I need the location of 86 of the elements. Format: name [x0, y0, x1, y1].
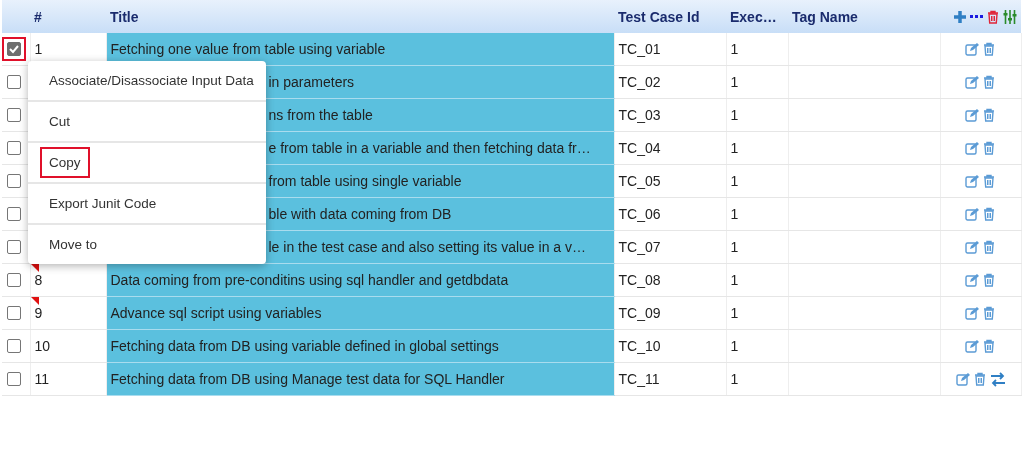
edit-icon[interactable]	[965, 306, 979, 320]
checkbox[interactable]	[7, 339, 21, 353]
exec-count: 1	[730, 173, 739, 189]
checkbox[interactable]	[7, 240, 21, 254]
edit-icon[interactable]	[965, 42, 979, 56]
column-header[interactable]: Test Case Id	[614, 0, 726, 33]
checkbox[interactable]	[7, 174, 21, 188]
delete-icon[interactable]	[972, 372, 987, 386]
test-title: Advance sql script using variables	[110, 305, 322, 321]
checkbox[interactable]	[7, 42, 21, 56]
delete-icon[interactable]	[982, 75, 996, 89]
test-title: from table using single variable	[268, 173, 462, 189]
edit-icon[interactable]	[965, 240, 979, 254]
test-case-id: TC_02	[618, 74, 661, 90]
test-title: Fetching data from DB using variable defined in global settings	[110, 338, 499, 354]
row-number: 10	[34, 338, 51, 354]
test-title: ble with data coming from DB	[268, 206, 452, 222]
edit-icon[interactable]	[955, 372, 970, 386]
delete-icon[interactable]	[982, 42, 996, 56]
row-number: 1	[34, 41, 43, 57]
checkbox[interactable]	[7, 306, 21, 320]
edit-icon[interactable]	[965, 174, 979, 188]
edit-icon[interactable]	[965, 141, 979, 155]
sliders-icon[interactable]	[1003, 9, 1017, 24]
checkbox[interactable]	[7, 75, 21, 89]
checkbox[interactable]	[7, 207, 21, 221]
menu-item[interactable]: Cut	[40, 106, 79, 137]
edit-icon[interactable]	[965, 273, 979, 287]
test-title: Data coming from pre-conditins using sql handler and getdbdata	[110, 272, 509, 288]
exec-count: 1	[730, 74, 739, 90]
test-case-id: TC_10	[618, 338, 661, 354]
menu-item[interactable]: Associate/Disassociate Input Data	[40, 65, 263, 96]
menu-item[interactable]: Copy	[40, 147, 90, 178]
edit-icon[interactable]	[965, 207, 979, 221]
exec-count: 1	[730, 371, 739, 387]
delete-icon[interactable]	[982, 141, 996, 155]
test-case-id: TC_05	[618, 173, 661, 189]
delete-icon[interactable]	[982, 207, 996, 221]
row-number: 9	[34, 305, 43, 321]
delete-icon[interactable]	[982, 108, 996, 122]
test-title: Fetching data from DB using Manage test data for SQL Handler	[110, 371, 505, 387]
test-title: le in the test case and also setting its value in a v…	[268, 239, 586, 255]
edit-icon[interactable]	[965, 75, 979, 89]
test-case-id: TC_01	[618, 41, 661, 57]
delete-icon[interactable]	[982, 174, 996, 188]
row-number: 11	[34, 371, 50, 387]
test-title: Fetching one value from table using variable	[110, 41, 386, 57]
swap-arrows-icon[interactable]	[989, 371, 1006, 387]
delete-icon[interactable]	[982, 273, 996, 287]
exec-count: 1	[730, 239, 739, 255]
test-title: ns from the table	[268, 107, 373, 123]
edit-icon[interactable]	[965, 339, 979, 353]
checkbox[interactable]	[7, 273, 21, 287]
check-icon	[8, 43, 20, 55]
menu-item[interactable]: Move to	[40, 229, 107, 260]
menu-item[interactable]: Export Junit Code	[40, 188, 166, 219]
column-header[interactable]: Exec…	[726, 0, 788, 33]
delete-icon[interactable]	[982, 240, 996, 254]
column-header[interactable]: Title	[106, 0, 614, 33]
row-number: 8	[34, 272, 43, 288]
exec-count: 1	[730, 305, 739, 321]
test-title: e from table in a variable and then fetching data fr…	[268, 140, 591, 156]
column-header[interactable]: Tag Name	[788, 0, 940, 33]
test-case-id: TC_04	[618, 140, 661, 156]
column-header[interactable]: #	[30, 0, 106, 33]
exec-count: 1	[730, 272, 739, 288]
checkbox[interactable]	[7, 372, 21, 386]
test-case-id: TC_11	[618, 371, 660, 387]
exec-count: 1	[730, 206, 739, 222]
delete-icon[interactable]	[986, 9, 1000, 24]
test-case-id: TC_09	[618, 305, 661, 321]
add-icon[interactable]	[953, 9, 967, 24]
exec-count: 1	[730, 338, 739, 354]
exec-count: 1	[730, 41, 739, 57]
test-case-id: TC_03	[618, 107, 661, 123]
exec-count: 1	[730, 140, 739, 156]
checkbox[interactable]	[7, 108, 21, 122]
checkbox[interactable]	[7, 141, 21, 155]
delete-icon[interactable]	[982, 306, 996, 320]
delete-icon[interactable]	[982, 339, 996, 353]
test-title: in parameters	[268, 74, 355, 90]
edit-icon[interactable]	[965, 108, 979, 122]
test-case-id: TC_07	[618, 239, 661, 255]
exec-count: 1	[730, 107, 739, 123]
test-case-id: TC_06	[618, 206, 661, 222]
test-case-id: TC_08	[618, 272, 661, 288]
